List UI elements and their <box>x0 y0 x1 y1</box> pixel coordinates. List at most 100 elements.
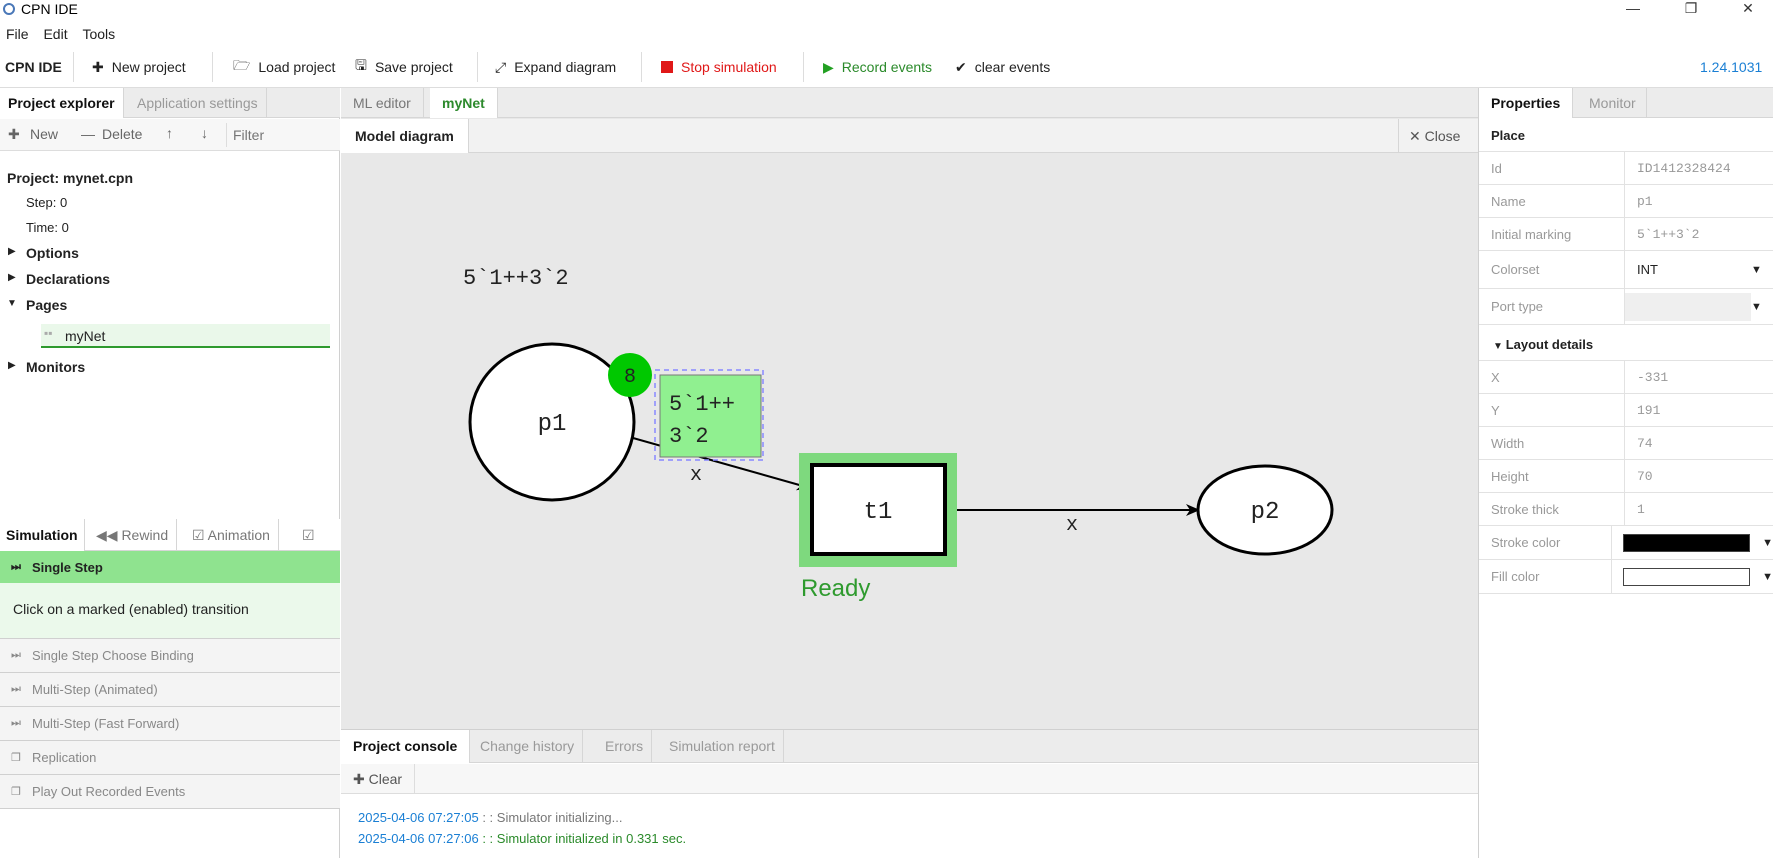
expand-icon[interactable]: ▶ <box>8 272 16 283</box>
folder-open-icon: 🗁 <box>233 57 251 73</box>
filter-input[interactable] <box>226 123 326 147</box>
prop-name: Name p1 <box>1479 184 1773 218</box>
collapse-icon: ▼ <box>1493 341 1506 352</box>
add-icon: ✚ <box>8 126 20 142</box>
chevron-down-icon[interactable]: ▼ <box>1750 571 1773 583</box>
tab-monitor[interactable]: Monitor <box>1579 88 1647 118</box>
prop-colorset: Colorset INT ▼ <box>1479 250 1773 289</box>
delete-button[interactable]: Delete <box>102 126 142 142</box>
minimize-icon[interactable]: — <box>1618 0 1648 20</box>
move-down-icon[interactable]: ↓ <box>201 125 208 141</box>
expand-diagram-button[interactable]: ⤢ Expand diagram <box>495 46 616 88</box>
close-diagram-button[interactable]: ✕ Close <box>1398 119 1470 153</box>
place-p2-label: p2 <box>1251 499 1280 526</box>
collapse-icon[interactable]: ▼ <box>7 298 17 309</box>
prop-width: Width 74 <box>1479 426 1773 460</box>
stop-icon <box>661 61 673 73</box>
app-icon <box>3 3 15 15</box>
title-bar: CPN IDE — ❐ ✕ <box>0 0 1773 20</box>
time-label: Time: 0 <box>26 220 69 235</box>
tree-monitors[interactable]: Monitors <box>26 359 85 375</box>
sim-single-step-choose-binding[interactable]: ⏭ Single Step Choose Binding <box>0 639 340 673</box>
place-p1-label: p1 <box>538 411 567 438</box>
move-up-icon[interactable]: ↑ <box>166 125 173 141</box>
prop-x: X -331 <box>1479 360 1773 394</box>
chevron-down-icon[interactable]: ▼ <box>1751 301 1773 313</box>
tab-auto[interactable]: ☑ Au <box>294 519 340 575</box>
sim-replication[interactable]: ❐ Replication <box>0 741 340 775</box>
initial-marking-label[interactable]: 5`1++3`2 <box>463 266 569 291</box>
stroke-color-swatch[interactable] <box>1623 533 1751 552</box>
tab-rewind[interactable]: ◀◀ Rewind <box>88 519 178 551</box>
expand-icon: ⤢ <box>495 58 507 75</box>
expand-icon[interactable]: ▶ <box>8 246 16 257</box>
close-icon: ✕ <box>1409 128 1425 144</box>
expand-icon[interactable]: ▶ <box>8 360 16 371</box>
tree-page-mynet[interactable]: ▪▪ myNet <box>41 324 330 348</box>
arc-label-x[interactable]: x <box>1066 514 1078 537</box>
simulation-tabs: Simulation ◀◀ Rewind ☑ Animation ☑ Au <box>0 519 340 575</box>
new-project-button[interactable]: ✚ New project <box>92 46 186 88</box>
chevron-down-icon[interactable]: ▼ <box>1750 537 1773 549</box>
menu-tools[interactable]: Tools <box>76 22 120 42</box>
checkbox-icon: ☑ <box>192 527 208 543</box>
prop-id: Id ID1412328424 <box>1479 151 1773 185</box>
single-step-hint: Click on a marked (enabled) transition <box>0 583 340 639</box>
menu-file[interactable]: File <box>0 22 34 42</box>
prop-stroke-thick: Stroke thick 1 <box>1479 492 1773 526</box>
menu-bar: File Edit Tools <box>0 22 1773 46</box>
sim-multi-step-animated[interactable]: ⏭ Multi-Step (Animated) <box>0 673 340 707</box>
tree-options[interactable]: Options <box>26 245 79 261</box>
close-window-icon[interactable]: ✕ <box>1733 0 1763 20</box>
tab-ml-editor[interactable]: ML editor <box>341 88 424 118</box>
console-tabs: Project console Change history Errors Si… <box>341 730 1478 763</box>
tab-project-explorer[interactable]: Project explorer <box>0 88 124 118</box>
colorset-select[interactable]: INT <box>1625 262 1751 277</box>
step-icon: ⏭ <box>11 560 21 573</box>
sim-play-out-recorded-events[interactable]: ❐ Play Out Recorded Events <box>0 775 340 809</box>
save-project-button[interactable]: 🖫 Save project <box>355 46 453 88</box>
save-icon: 🖫 <box>355 57 367 73</box>
project-name: Project: mynet.cpn <box>7 170 134 186</box>
load-project-button[interactable]: 🗁 Load project <box>233 46 335 88</box>
tree-declarations[interactable]: Declarations <box>26 271 110 287</box>
tab-properties[interactable]: Properties <box>1479 88 1574 118</box>
toolbar: CPN IDE ✚ New project 🗁 Load project 🖫 Save… <box>0 46 1773 88</box>
copy-icon: ❐ <box>11 786 21 798</box>
tree-pages[interactable]: Pages <box>26 297 67 313</box>
fill-color-swatch[interactable] <box>1623 567 1751 586</box>
token-count: 8 <box>624 366 636 389</box>
tab-simulation-report[interactable]: Simulation report <box>661 730 784 763</box>
new-button[interactable]: New <box>30 126 58 142</box>
section-layout-details[interactable]: ▼ Layout details <box>1479 328 1773 361</box>
chevron-down-icon[interactable]: ▼ <box>1751 264 1773 276</box>
arc-label-x[interactable]: x <box>690 464 702 487</box>
restore-icon[interactable]: ❐ <box>1676 0 1706 20</box>
center-panel: ML editor myNet Model diagram ✕ Close 5`… <box>341 88 1478 858</box>
record-events-button[interactable]: ▶ Record events <box>823 46 932 88</box>
tab-mynet[interactable]: myNet <box>430 88 498 118</box>
tab-simulation[interactable]: Simulation <box>0 519 85 551</box>
console-line: 2025-04-06 07:27:05 : : Simulator initia… <box>358 810 623 825</box>
menu-edit[interactable]: Edit <box>37 22 72 42</box>
editor-tabs: ML editor myNet <box>341 88 1478 118</box>
tab-errors[interactable]: Errors <box>597 730 653 763</box>
clear-events-button[interactable]: ✔ clear events <box>955 46 1050 88</box>
console-clear-button[interactable]: ✚ Clear <box>341 764 416 794</box>
left-panel: Project explorer Application settings ✚ … <box>0 88 340 858</box>
tab-animation[interactable]: ☑ Animation <box>184 519 279 551</box>
stop-simulation-button[interactable]: Stop simulation <box>661 46 777 88</box>
sim-multi-step-fast-forward[interactable]: ⏭ Multi-Step (Fast Forward) <box>0 707 340 741</box>
marking-line-2: 3`2 <box>669 424 709 449</box>
tab-application-settings[interactable]: Application settings <box>129 88 267 118</box>
single-step-header[interactable]: ⏭ Single Step <box>0 551 340 583</box>
version-label: 1.24.1031 <box>1700 59 1763 75</box>
prop-stroke-color: Stroke color ▼ <box>1479 525 1773 560</box>
console-panel: Project console Change history Errors Si… <box>341 729 1478 858</box>
port-type-select[interactable] <box>1625 292 1751 321</box>
tab-change-history[interactable]: Change history <box>472 730 584 763</box>
model-diagram-canvas[interactable]: 5`1++3`2 x x p1 8 5`1++ 3`2 t1 Ready p2 <box>341 154 1478 728</box>
transition-status: Ready <box>801 575 870 602</box>
tab-project-console[interactable]: Project console <box>341 730 471 763</box>
plus-icon: ✚ <box>353 771 369 787</box>
